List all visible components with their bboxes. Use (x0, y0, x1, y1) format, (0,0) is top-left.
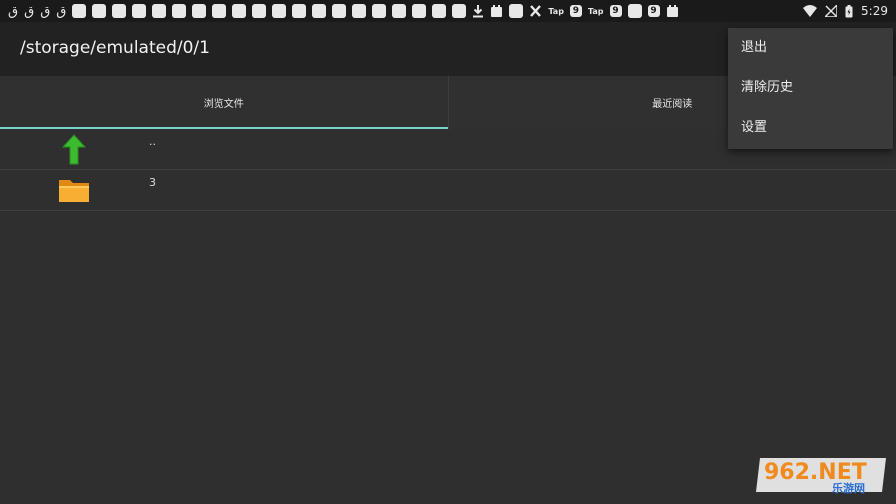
notification-icon (172, 4, 187, 18)
notification-icon (627, 4, 642, 18)
tool-icon (530, 5, 542, 17)
notification-icons: ق ق ق ق Tap 9 Tap 9 9 (0, 4, 679, 18)
notification-icon (92, 4, 107, 18)
clipboard-icon (666, 5, 678, 17)
notification-icon (192, 4, 207, 18)
signal-off-icon (825, 5, 838, 17)
notification-icon (432, 4, 447, 18)
menu-item-settings[interactable]: 设置 (728, 108, 893, 148)
app-9-icon: 9 (569, 5, 582, 17)
tap-icon: Tap (548, 6, 564, 16)
tab-label: 最近阅读 (652, 99, 693, 110)
clipboard-icon (491, 5, 503, 17)
notification-icon (252, 4, 267, 18)
notification-icon (452, 4, 467, 18)
download-icon (473, 5, 484, 18)
notification-icon (509, 4, 524, 18)
menu-item-exit[interactable]: 退出 (728, 28, 893, 68)
app-notification-icon: ق (40, 3, 51, 19)
app-notification-icon: ق (56, 3, 67, 19)
folder-icon (59, 180, 89, 202)
app-9-icon: 9 (609, 5, 622, 17)
wifi-icon (803, 5, 818, 17)
notification-icon (72, 4, 87, 18)
notification-icon (272, 4, 287, 18)
app-9-icon: 9 (647, 5, 660, 17)
app-notification-icon: ق (8, 3, 19, 19)
notification-icon (212, 4, 227, 18)
tab-browse-files[interactable]: 浏览文件 (0, 76, 448, 129)
clock: 5:29 (861, 4, 888, 18)
current-path-title: /storage/emulated/0/1 (20, 38, 210, 58)
notification-icon (112, 4, 127, 18)
file-name: 3 (149, 176, 156, 189)
battery-icon (845, 4, 853, 17)
notification-icon (372, 4, 387, 18)
notification-icon (232, 4, 247, 18)
notification-icon (312, 4, 327, 18)
overflow-menu: 退出 清除历史 设置 (728, 28, 893, 149)
notification-icon (132, 4, 147, 18)
notification-icon (392, 4, 407, 18)
file-name: .. (149, 135, 156, 148)
notification-icon (152, 4, 167, 18)
system-icons: 5:29 (803, 0, 888, 22)
status-bar: ق ق ق ق Tap 9 Tap 9 9 5:29 (0, 0, 896, 22)
notification-icon (352, 4, 367, 18)
list-item-folder[interactable]: 3 (0, 170, 896, 211)
notification-icon (412, 4, 427, 18)
watermark-sub: 乐游网 (832, 481, 865, 495)
notification-icon (332, 4, 347, 18)
tab-label: 浏览文件 (203, 99, 244, 110)
up-arrow-icon (61, 134, 87, 165)
watermark-logo: 962.NET 乐游网 (756, 458, 886, 495)
notification-icon (292, 4, 307, 18)
menu-item-clear-history[interactable]: 清除历史 (728, 68, 893, 108)
tap-icon: Tap (587, 6, 604, 16)
app-notification-icon: ق (24, 3, 35, 19)
